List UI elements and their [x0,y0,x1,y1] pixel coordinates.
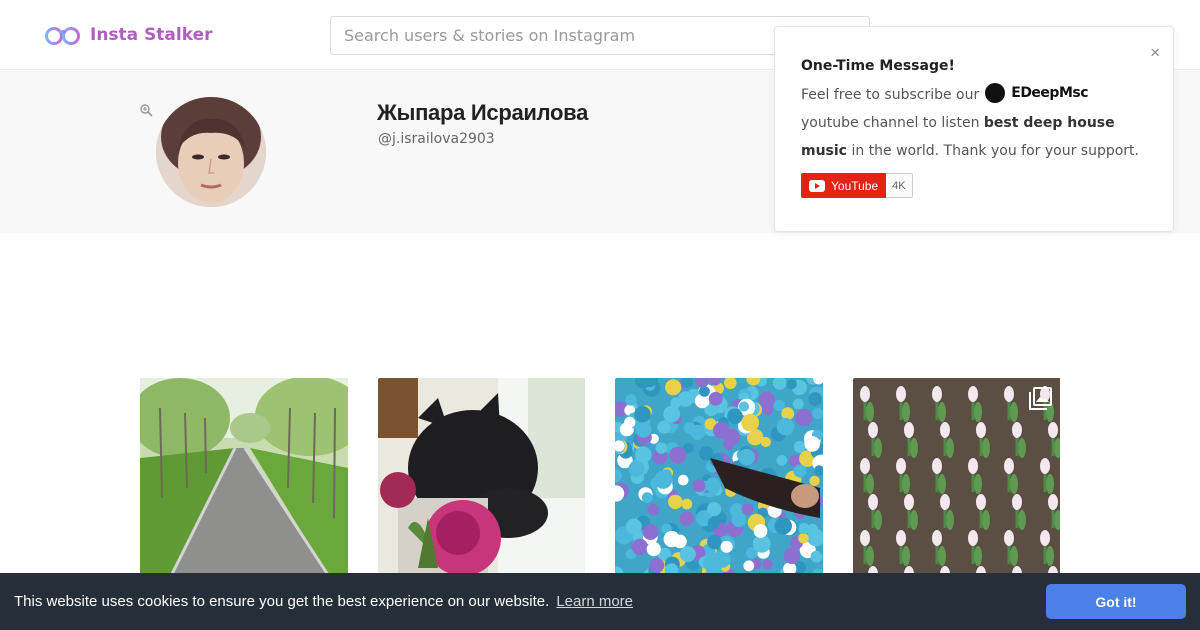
post-image-ballpit [615,378,823,578]
brand-logo-icon [985,83,1006,103]
search-placeholder: Search users & stories on Instagram [344,26,636,45]
binoculars-logo-icon [45,27,80,45]
one-time-message-popup: × One-Time Message! Feel free to subscri… [774,26,1174,232]
post-image-path [140,378,348,578]
popup-message: Feel free to subscribe our EDeepMsc youtub… [801,81,1151,165]
brand-link[interactable]: EDeepMsc [985,79,1089,107]
profile-name: Жыпара Исраилова [377,100,589,125]
avatar[interactable] [156,97,266,207]
multiple-photos-icon [1029,387,1052,410]
learn-more-link[interactable]: Learn more [556,593,633,610]
brand-name: EDeepMsc [1011,85,1089,101]
post-tile[interactable] [378,378,586,578]
close-icon[interactable]: × [1150,44,1160,61]
cookie-message: This website uses cookies to ensure you … [14,593,550,610]
youtube-label: YouTube [831,178,879,193]
avatar-image [156,97,266,207]
youtube-button[interactable]: YouTube [801,173,887,198]
post-tile[interactable] [853,378,1061,578]
logo-text: Insta Stalker [90,25,213,45]
cookie-banner: This website uses cookies to ensure you … [0,573,1200,630]
profile-handle: @j.israilova2903 [378,131,495,147]
youtube-subscribe-button[interactable]: YouTube 4K [801,173,913,198]
popup-text-after-brand: youtube channel to listen [801,115,980,131]
subscriber-count: 4K [886,173,913,198]
logo[interactable]: Insta Stalker [44,24,213,46]
popup-text-end: in the world. Thank you for your support… [851,143,1139,159]
post-image-cat [378,378,585,578]
zoom-in-icon[interactable] [140,104,153,117]
youtube-play-icon [809,179,825,192]
accept-cookies-button[interactable]: Got it! [1046,584,1186,619]
popup-title: One-Time Message! [801,58,955,74]
post-tile[interactable] [140,378,348,578]
post-tile[interactable] [615,378,823,578]
popup-text-before: Feel free to subscribe our [801,87,980,103]
